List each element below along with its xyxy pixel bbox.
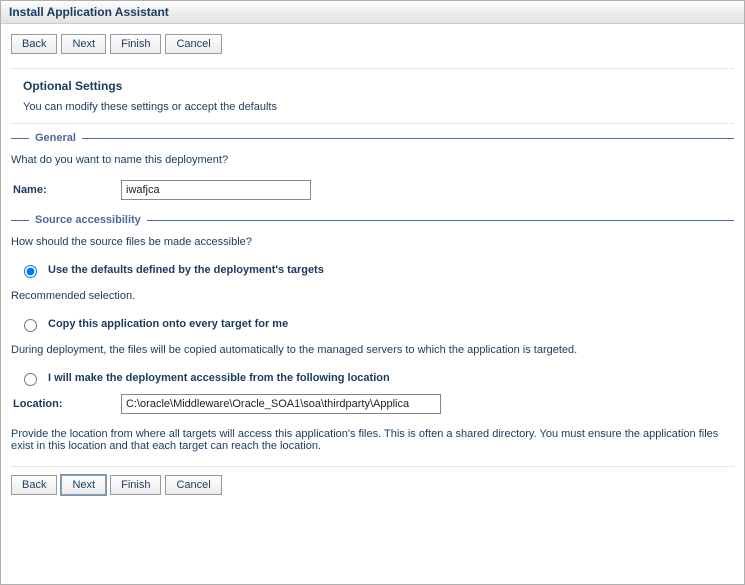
optional-settings-desc: You can modify these settings or accept … xyxy=(11,101,734,124)
radio-location-row: I will make the deployment accessible fr… xyxy=(19,370,734,386)
cancel-button[interactable]: Cancel xyxy=(165,34,221,54)
optional-settings-heading: Optional Settings xyxy=(11,75,734,97)
legend-dash xyxy=(11,220,29,221)
location-row: Location: xyxy=(11,394,734,414)
general-question: What do you want to name this deployment… xyxy=(11,154,734,166)
finish-button[interactable]: Finish xyxy=(110,475,161,495)
finish-button[interactable]: Finish xyxy=(110,34,161,54)
general-legend-text: General xyxy=(33,132,78,144)
general-legend: General xyxy=(11,132,734,144)
window-title: Install Application Assistant xyxy=(1,1,744,24)
next-button[interactable]: Next xyxy=(61,34,106,54)
source-legend-text: Source accessibility xyxy=(33,214,143,226)
next-button[interactable]: Next xyxy=(61,475,106,495)
radio-defaults-label: Use the defaults defined by the deployme… xyxy=(48,264,324,276)
radio-copy-label: Copy this application onto every target … xyxy=(48,318,288,330)
radio-location-label: I will make the deployment accessible fr… xyxy=(48,372,390,384)
cancel-button[interactable]: Cancel xyxy=(165,475,221,495)
back-button[interactable]: Back xyxy=(11,475,57,495)
helper-recommended: Recommended selection. xyxy=(11,290,734,302)
install-assistant-window: Install Application Assistant Back Next … xyxy=(0,0,745,585)
name-label: Name: xyxy=(11,184,121,196)
location-label: Location: xyxy=(11,398,121,410)
radio-defaults[interactable] xyxy=(24,265,37,278)
source-question: How should the source files be made acce… xyxy=(11,236,734,248)
separator xyxy=(11,68,734,69)
bottom-button-row: Back Next Finish Cancel xyxy=(11,475,734,495)
radio-defaults-row: Use the defaults defined by the deployme… xyxy=(19,262,734,278)
location-input[interactable] xyxy=(121,394,441,414)
separator xyxy=(11,466,734,467)
helper-location: Provide the location from where all targ… xyxy=(11,428,734,452)
back-button[interactable]: Back xyxy=(11,34,57,54)
legend-dash xyxy=(11,138,29,139)
name-input[interactable] xyxy=(121,180,311,200)
radio-location[interactable] xyxy=(24,373,37,386)
radio-copy-row: Copy this application onto every target … xyxy=(19,316,734,332)
legend-dash xyxy=(147,220,734,221)
content-area: Back Next Finish Cancel Optional Setting… xyxy=(1,24,744,503)
radio-copy[interactable] xyxy=(24,319,37,332)
source-legend: Source accessibility xyxy=(11,214,734,226)
legend-dash xyxy=(82,138,734,139)
helper-copy: During deployment, the files will be cop… xyxy=(11,344,734,356)
name-row: Name: xyxy=(11,180,734,200)
top-button-row: Back Next Finish Cancel xyxy=(11,34,734,54)
